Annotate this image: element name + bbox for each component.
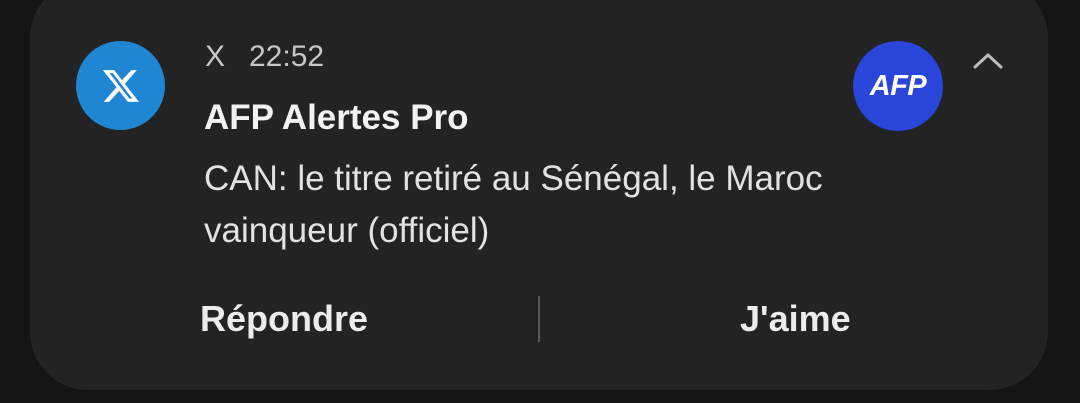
- app-name: X: [205, 40, 226, 73]
- x-logo-icon: [76, 41, 165, 130]
- chevron-up-icon[interactable]: [970, 45, 1006, 75]
- like-button[interactable]: J'aime: [740, 298, 851, 340]
- avatar-text: AFP: [869, 69, 927, 102]
- notification-sender: AFP Alertes Pro: [204, 98, 469, 137]
- reply-button[interactable]: Répondre: [200, 298, 368, 340]
- sender-avatar: AFP: [853, 41, 943, 131]
- notification-message: CAN: le titre retiré au Sénégal, le Maro…: [204, 159, 823, 250]
- notification-time: 22:52: [249, 40, 325, 73]
- actions-divider: [538, 296, 540, 342]
